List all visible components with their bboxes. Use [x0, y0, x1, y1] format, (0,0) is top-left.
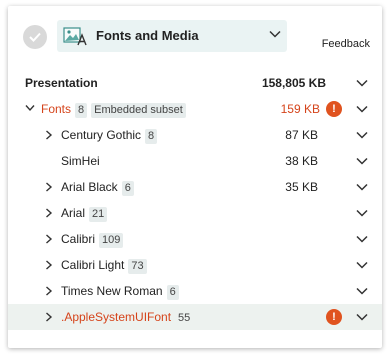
- status-check-button[interactable]: [23, 25, 47, 49]
- chevron-down-icon[interactable]: [356, 287, 368, 295]
- chevron-down-icon[interactable]: [356, 235, 368, 243]
- font-size: 35 KB: [285, 180, 318, 194]
- font-row[interactable]: Calibri 109: [8, 226, 382, 252]
- font-row[interactable]: Arial Black 6 35 KB: [8, 174, 382, 200]
- image-font-icon: [63, 27, 87, 46]
- font-row[interactable]: Arial 21: [8, 200, 382, 226]
- presentation-size: 158,805 KB: [261, 76, 326, 90]
- font-name: Arial Black 6: [61, 180, 134, 196]
- font-row[interactable]: SimHei 38 KB: [8, 148, 382, 174]
- expand-right-icon[interactable]: [45, 182, 53, 192]
- font-row[interactable]: Times New Roman 6: [8, 278, 382, 304]
- font-size: 87 KB: [285, 128, 318, 142]
- font-row[interactable]: Century Gothic 8 87 KB: [8, 122, 382, 148]
- presentation-row[interactable]: Presentation 158,805 KB: [8, 70, 382, 96]
- font-row-warning[interactable]: .AppleSystemUIFont 55 !: [8, 304, 382, 330]
- chevron-down-icon[interactable]: [356, 157, 368, 165]
- font-count-badge: 21: [89, 207, 108, 222]
- feedback-link[interactable]: Feedback: [322, 38, 370, 50]
- font-name: Times New Roman 6: [61, 284, 179, 300]
- category-dropdown[interactable]: Fonts and Media: [57, 20, 287, 52]
- font-count-badge: 109: [99, 233, 124, 248]
- chevron-down-icon[interactable]: [356, 79, 368, 87]
- expand-right-icon[interactable]: [45, 286, 53, 296]
- font-count-badge: 8: [145, 129, 158, 144]
- warning-icon[interactable]: !: [326, 309, 342, 325]
- chevron-down-icon[interactable]: [356, 183, 368, 191]
- font-count-badge: 55: [178, 312, 191, 324]
- expand-right-icon[interactable]: [45, 260, 53, 270]
- font-count-badge: 6: [166, 285, 179, 300]
- fonts-count-badge: 8: [75, 103, 88, 118]
- warning-icon[interactable]: !: [326, 101, 342, 117]
- chevron-down-icon[interactable]: [356, 105, 368, 113]
- fonts-media-panel: Fonts and Media Feedback Presentation 15…: [8, 6, 382, 348]
- chevron-down-icon[interactable]: [356, 313, 368, 321]
- expand-right-icon[interactable]: [45, 130, 53, 140]
- chevron-down-icon: [269, 30, 281, 38]
- fonts-group-size: 159 KB: [280, 102, 320, 116]
- font-name: Calibri 109: [61, 232, 124, 248]
- font-name: Century Gothic 8: [61, 128, 158, 144]
- chevron-down-icon[interactable]: [356, 131, 368, 139]
- font-row[interactable]: Calibri Light 73: [8, 252, 382, 278]
- fonts-group-label: Fonts 8 Embedded subset: [41, 102, 186, 118]
- font-count-badge: 6: [121, 181, 134, 196]
- font-size: 38 KB: [285, 154, 318, 168]
- fonts-group-row[interactable]: Fonts 8 Embedded subset 159 KB !: [8, 96, 382, 122]
- chevron-down-icon[interactable]: [356, 209, 368, 217]
- font-name: Calibri Light 73: [61, 258, 147, 274]
- expand-right-icon[interactable]: [45, 208, 53, 218]
- expand-down-icon[interactable]: [25, 104, 35, 112]
- check-icon: [29, 32, 41, 42]
- presentation-label: Presentation: [25, 76, 98, 90]
- font-name: SimHei: [61, 154, 100, 168]
- panel-header: Fonts and Media Feedback: [8, 6, 382, 66]
- category-label: Fonts and Media: [96, 28, 199, 43]
- font-name: Arial 21: [61, 206, 108, 222]
- embedded-subset-tag: Embedded subset: [91, 103, 186, 118]
- expand-right-icon[interactable]: [45, 234, 53, 244]
- font-tree: Presentation 158,805 KB Fonts 8 Embedded s…: [8, 70, 382, 330]
- font-name: .AppleSystemUIFont 55: [61, 310, 193, 326]
- expand-right-icon[interactable]: [45, 312, 53, 322]
- chevron-down-icon[interactable]: [356, 261, 368, 269]
- font-count-badge: 73: [128, 259, 147, 274]
